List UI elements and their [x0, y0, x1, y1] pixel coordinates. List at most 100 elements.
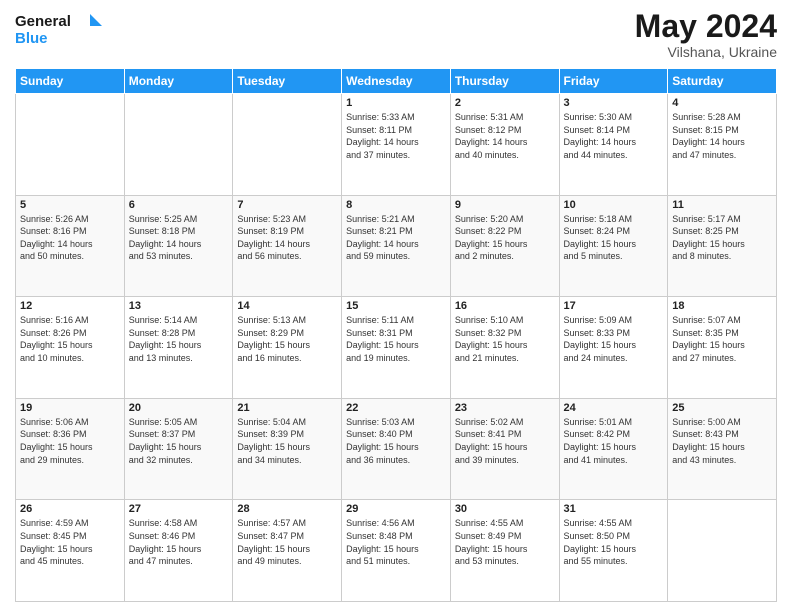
svg-text:General: General — [15, 13, 71, 30]
day-number: 25 — [672, 402, 772, 414]
calendar-cell — [16, 94, 125, 196]
day-number: 17 — [564, 300, 664, 312]
calendar-cell: 7 Sunrise: 5:23 AM Sunset: 8:19 PM Daylig… — [233, 195, 342, 297]
day-info: Sunrise: 5:06 AM Sunset: 8:36 PM Dayligh… — [20, 416, 120, 466]
day-number: 10 — [564, 199, 664, 211]
day-number: 20 — [129, 402, 229, 414]
day-info: Sunrise: 5:20 AM Sunset: 8:22 PM Dayligh… — [455, 213, 555, 263]
calendar-cell: 14Sunrise: 5:13 AM Sunset: 8:29 PM Dayli… — [233, 297, 342, 399]
day-info: Sunrise: 5:30 AM Sunset: 8:14 PM Dayligh… — [564, 111, 664, 161]
calendar-cell: 19 Sunrise: 5:06 AM Sunset: 8:36 PM Dayli… — [16, 398, 125, 500]
calendar-cell: 13 Sunrise: 5:14 AM Sunset: 8:28 PM Dayli… — [124, 297, 233, 399]
calendar-cell: 11Sunrise: 5:17 AM Sunset: 8:25 PM Dayli… — [668, 195, 777, 297]
day-number: 18 — [672, 300, 772, 312]
day-number: 13 — [129, 300, 229, 312]
day-number: 4 — [672, 97, 772, 109]
month-title: May 2024 — [635, 10, 777, 42]
calendar-week: 12Sunrise: 5:16 AM Sunset: 8:26 PM Dayli… — [16, 297, 777, 399]
day-number: 15 — [346, 300, 446, 312]
day-info: Sunrise: 4:57 AM Sunset: 8:47 PM Dayligh… — [237, 517, 337, 567]
day-number: 6 — [129, 199, 229, 211]
day-number: 22 — [346, 402, 446, 414]
calendar-body: 1 Sunrise: 5:33 AM Sunset: 8:11 PM Daylig… — [16, 94, 777, 602]
day-number: 23 — [455, 402, 555, 414]
calendar-cell: 20Sunrise: 5:05 AM Sunset: 8:37 PM Dayli… — [124, 398, 233, 500]
calendar: SundayMondayTuesdayWednesdayThursdayFrid… — [15, 68, 777, 602]
day-info: Sunrise: 5:03 AM Sunset: 8:40 PM Dayligh… — [346, 416, 446, 466]
day-info: Sunrise: 4:58 AM Sunset: 8:46 PM Dayligh… — [129, 517, 229, 567]
calendar-cell: 28 Sunrise: 4:57 AM Sunset: 8:47 PM Dayli… — [233, 500, 342, 602]
day-number: 1 — [346, 97, 446, 109]
logo-icon: General Blue — [15, 10, 105, 50]
calendar-cell: 15 Sunrise: 5:11 AM Sunset: 8:31 PM Dayli… — [342, 297, 451, 399]
calendar-cell: 21 Sunrise: 5:04 AM Sunset: 8:39 PM Dayli… — [233, 398, 342, 500]
calendar-cell: 5 Sunrise: 5:26 AM Sunset: 8:16 PM Daylig… — [16, 195, 125, 297]
day-number: 21 — [237, 402, 337, 414]
calendar-week: 26Sunrise: 4:59 AM Sunset: 8:45 PM Dayli… — [16, 500, 777, 602]
svg-text:Blue: Blue — [15, 30, 48, 47]
day-number: 2 — [455, 97, 555, 109]
day-info: Sunrise: 5:14 AM Sunset: 8:28 PM Dayligh… — [129, 314, 229, 364]
calendar-cell: 31 Sunrise: 4:55 AM Sunset: 8:50 PM Dayli… — [559, 500, 668, 602]
weekday-header: Sunday — [16, 69, 125, 94]
day-number: 24 — [564, 402, 664, 414]
day-number: 28 — [237, 503, 337, 515]
calendar-cell: 18 Sunrise: 5:07 AM Sunset: 8:35 PM Dayli… — [668, 297, 777, 399]
weekday-header: Monday — [124, 69, 233, 94]
day-number: 29 — [346, 503, 446, 515]
calendar-cell: 30 Sunrise: 4:55 AM Sunset: 8:49 PM Dayli… — [450, 500, 559, 602]
weekday-row: SundayMondayTuesdayWednesdayThursdayFrid… — [16, 69, 777, 94]
calendar-cell — [124, 94, 233, 196]
day-info: Sunrise: 5:07 AM Sunset: 8:35 PM Dayligh… — [672, 314, 772, 364]
day-info: Sunrise: 5:04 AM Sunset: 8:39 PM Dayligh… — [237, 416, 337, 466]
day-info: Sunrise: 5:26 AM Sunset: 8:16 PM Dayligh… — [20, 213, 120, 263]
day-info: Sunrise: 4:55 AM Sunset: 8:49 PM Dayligh… — [455, 517, 555, 567]
day-number: 5 — [20, 199, 120, 211]
calendar-cell: 9 Sunrise: 5:20 AM Sunset: 8:22 PM Daylig… — [450, 195, 559, 297]
calendar-cell: 25 Sunrise: 5:00 AM Sunset: 8:43 PM Dayli… — [668, 398, 777, 500]
day-info: Sunrise: 5:09 AM Sunset: 8:33 PM Dayligh… — [564, 314, 664, 364]
calendar-cell: 24 Sunrise: 5:01 AM Sunset: 8:42 PM Dayli… — [559, 398, 668, 500]
day-number: 9 — [455, 199, 555, 211]
calendar-cell: 1 Sunrise: 5:33 AM Sunset: 8:11 PM Daylig… — [342, 94, 451, 196]
weekday-header: Thursday — [450, 69, 559, 94]
day-info: Sunrise: 5:33 AM Sunset: 8:11 PM Dayligh… — [346, 111, 446, 161]
page: General Blue May 2024 Vilshana, Ukraine … — [0, 0, 792, 612]
day-info: Sunrise: 5:00 AM Sunset: 8:43 PM Dayligh… — [672, 416, 772, 466]
day-info: Sunrise: 4:56 AM Sunset: 8:48 PM Dayligh… — [346, 517, 446, 567]
day-info: Sunrise: 5:21 AM Sunset: 8:21 PM Dayligh… — [346, 213, 446, 263]
day-info: Sunrise: 5:02 AM Sunset: 8:41 PM Dayligh… — [455, 416, 555, 466]
day-number: 27 — [129, 503, 229, 515]
calendar-cell: 6 Sunrise: 5:25 AM Sunset: 8:18 PM Daylig… — [124, 195, 233, 297]
calendar-cell: 23 Sunrise: 5:02 AM Sunset: 8:41 PM Dayli… — [450, 398, 559, 500]
day-number: 26 — [20, 503, 120, 515]
day-number: 14 — [237, 300, 337, 312]
weekday-header: Tuesday — [233, 69, 342, 94]
day-info: Sunrise: 5:25 AM Sunset: 8:18 PM Dayligh… — [129, 213, 229, 263]
weekday-header: Wednesday — [342, 69, 451, 94]
title-area: May 2024 Vilshana, Ukraine — [635, 10, 777, 60]
day-info: Sunrise: 4:55 AM Sunset: 8:50 PM Dayligh… — [564, 517, 664, 567]
day-info: Sunrise: 5:01 AM Sunset: 8:42 PM Dayligh… — [564, 416, 664, 466]
calendar-cell: 12Sunrise: 5:16 AM Sunset: 8:26 PM Dayli… — [16, 297, 125, 399]
day-number: 8 — [346, 199, 446, 211]
calendar-cell: 3 Sunrise: 5:30 AM Sunset: 8:14 PM Daylig… — [559, 94, 668, 196]
calendar-cell: 10 Sunrise: 5:18 AM Sunset: 8:24 PM Dayli… — [559, 195, 668, 297]
calendar-cell: 29 Sunrise: 4:56 AM Sunset: 8:48 PM Dayli… — [342, 500, 451, 602]
calendar-cell: 4Sunrise: 5:28 AM Sunset: 8:15 PM Daylig… — [668, 94, 777, 196]
calendar-cell: 17 Sunrise: 5:09 AM Sunset: 8:33 PM Dayli… — [559, 297, 668, 399]
calendar-week: 1 Sunrise: 5:33 AM Sunset: 8:11 PM Daylig… — [16, 94, 777, 196]
day-number: 7 — [237, 199, 337, 211]
day-info: Sunrise: 5:23 AM Sunset: 8:19 PM Dayligh… — [237, 213, 337, 263]
day-info: Sunrise: 5:17 AM Sunset: 8:25 PM Dayligh… — [672, 213, 772, 263]
day-info: Sunrise: 5:16 AM Sunset: 8:26 PM Dayligh… — [20, 314, 120, 364]
day-number: 3 — [564, 97, 664, 109]
day-info: Sunrise: 5:18 AM Sunset: 8:24 PM Dayligh… — [564, 213, 664, 263]
day-number: 30 — [455, 503, 555, 515]
day-number: 16 — [455, 300, 555, 312]
weekday-header: Saturday — [668, 69, 777, 94]
calendar-cell — [668, 500, 777, 602]
day-info: Sunrise: 5:11 AM Sunset: 8:31 PM Dayligh… — [346, 314, 446, 364]
day-number: 19 — [20, 402, 120, 414]
day-number: 31 — [564, 503, 664, 515]
